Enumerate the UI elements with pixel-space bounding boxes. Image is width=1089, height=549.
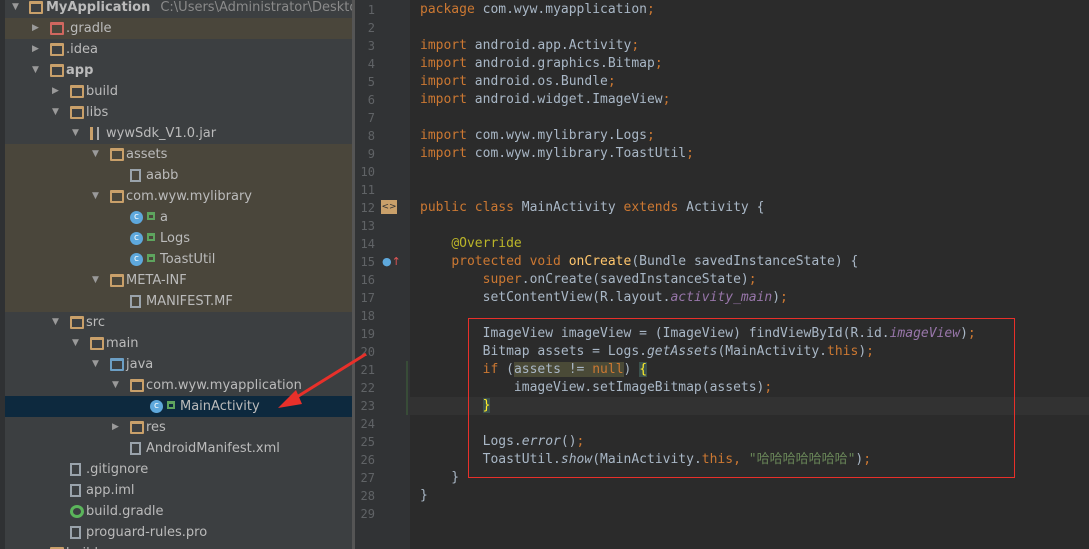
red-arrow [278, 352, 367, 408]
